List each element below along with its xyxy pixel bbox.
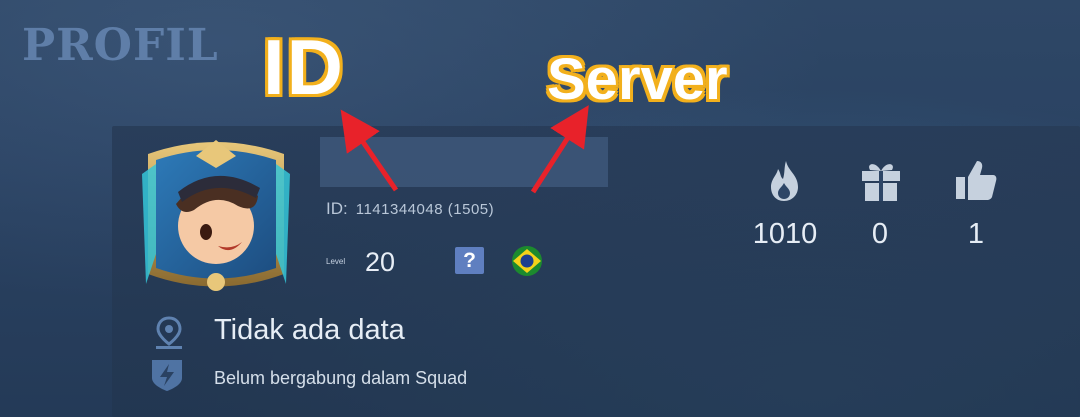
page-title: PROFIL: [22, 20, 219, 71]
likes-value: 1: [967, 218, 985, 250]
server-value: (1505): [447, 201, 495, 218]
id-annotation-label: ID: [263, 23, 345, 111]
popularity-value: 1010: [752, 218, 818, 250]
question-mark-icon[interactable]: ?: [455, 247, 484, 274]
gift-icon: [858, 157, 904, 203]
avatar-image: [142, 140, 290, 291]
level-label: Level: [326, 257, 346, 266]
gifts-value: 0: [871, 218, 889, 250]
squad-shield-icon: [152, 360, 182, 391]
brazil-flag-icon[interactable]: [509, 245, 545, 277]
fire-icon: [762, 157, 808, 203]
avatar[interactable]: [138, 134, 294, 294]
squad-status-text: Belum bergabung dalam Squad: [214, 368, 468, 388]
player-name-field: [320, 137, 608, 187]
location-text: Tidak ada data: [214, 314, 405, 346]
level-value: 20: [365, 247, 396, 277]
id-label: ID:: [326, 199, 348, 218]
thumbs-up-icon: [953, 157, 999, 203]
id-value: 1141344048: [355, 201, 444, 218]
player-id-row: ID: 1141344048 (1505): [326, 199, 494, 219]
location-pin-icon: [156, 316, 182, 349]
server-annotation-label: Server: [547, 47, 728, 112]
